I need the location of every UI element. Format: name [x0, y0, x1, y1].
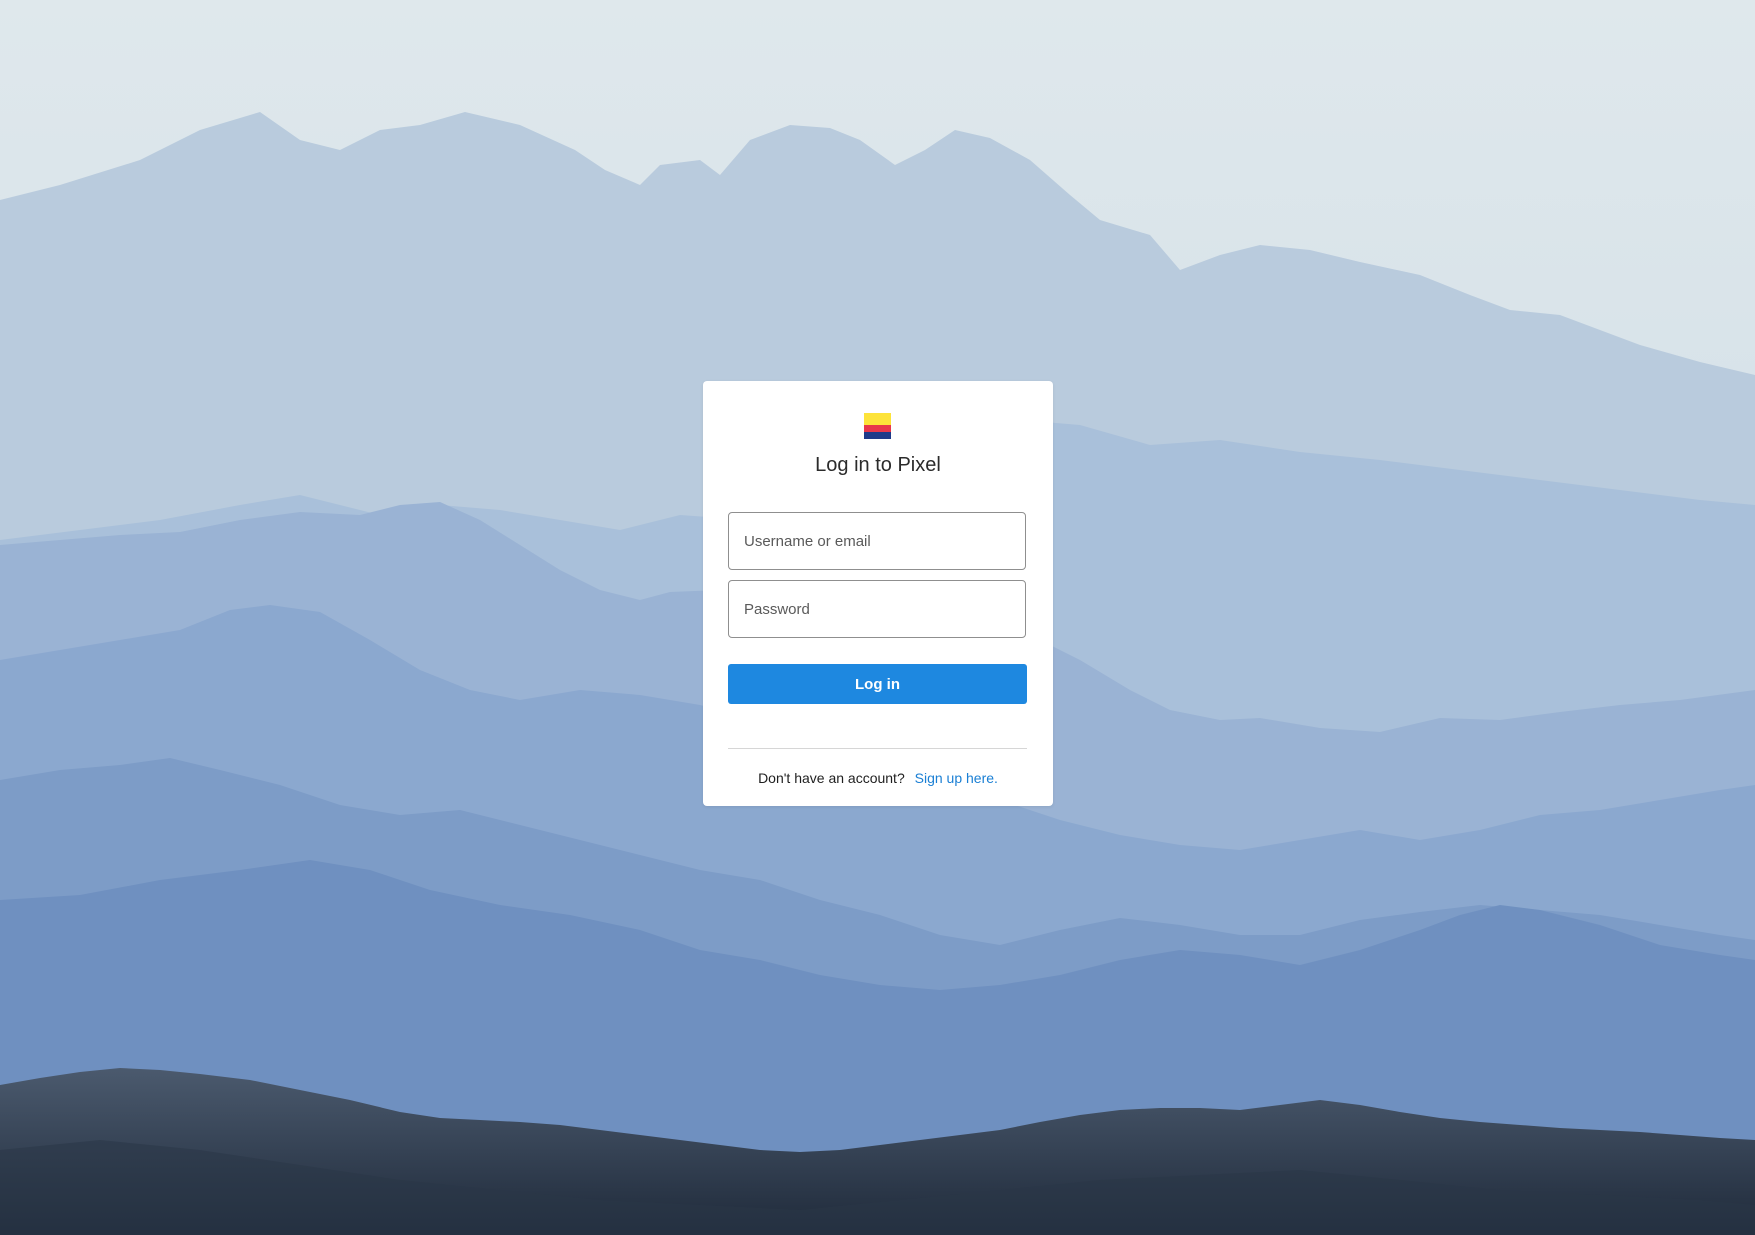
username-input[interactable] [728, 512, 1026, 570]
pixel-logo-icon [864, 413, 891, 439]
logo-stripe-yellow [864, 413, 891, 425]
divider [728, 748, 1027, 749]
signup-link[interactable]: Sign up here. [915, 770, 998, 786]
logo-stripe-blue [864, 432, 891, 439]
signup-prompt: Don't have an account? [758, 770, 905, 786]
signup-row: Don't have an account? Sign up here. [703, 769, 1053, 787]
logo-stripe-red [864, 425, 891, 432]
page-title: Log in to Pixel [815, 454, 941, 476]
password-input[interactable] [728, 580, 1026, 638]
login-card: Log in to Pixel Log in Don't have an acc… [703, 381, 1053, 806]
login-button[interactable]: Log in [728, 664, 1027, 704]
